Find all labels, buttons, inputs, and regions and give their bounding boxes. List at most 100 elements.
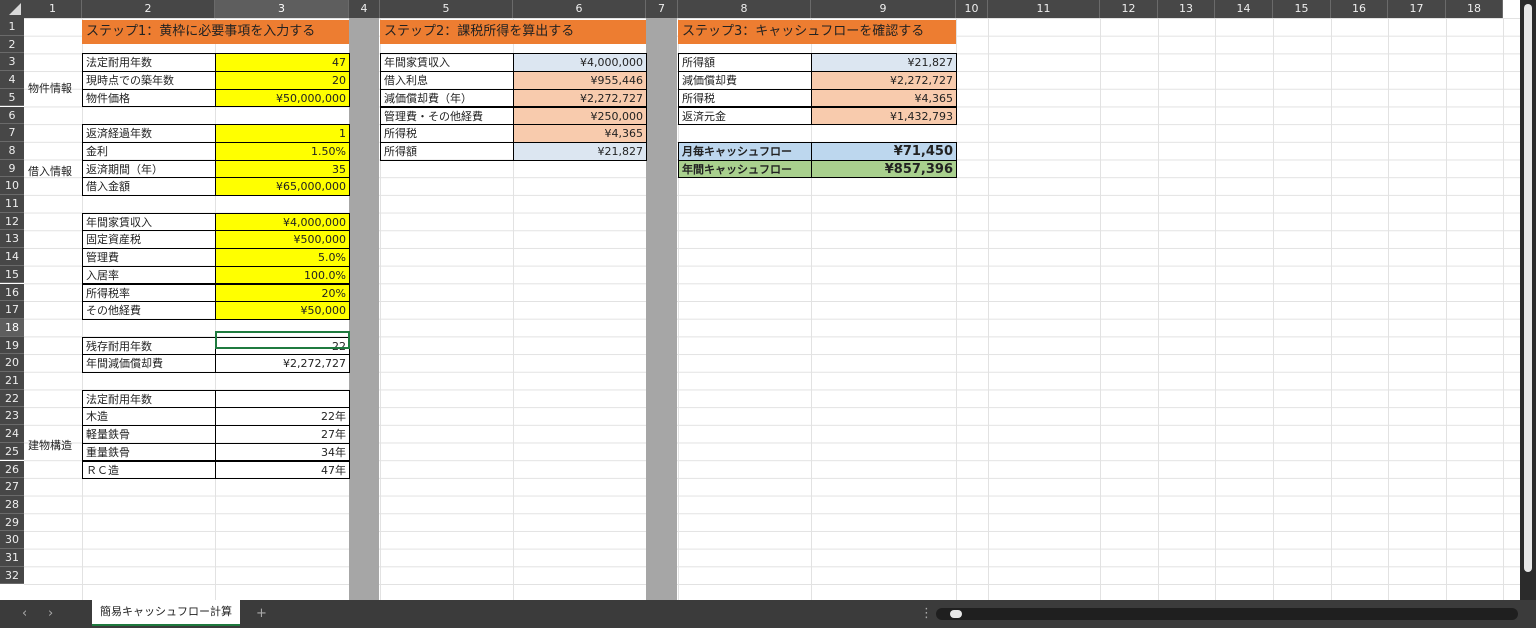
- row-header-28[interactable]: 28: [0, 495, 24, 514]
- property-value[interactable]: 47: [215, 53, 350, 73]
- horizontal-scrollbar[interactable]: [936, 608, 1518, 620]
- income-value[interactable]: 20%: [215, 283, 350, 303]
- cashflow-value[interactable]: ¥2,272,727: [811, 71, 957, 90]
- row-header-24[interactable]: 24: [0, 425, 24, 443]
- row-header-6[interactable]: 6: [0, 106, 24, 125]
- cashflow-label[interactable]: 減価償却費: [678, 71, 812, 90]
- row-header-29[interactable]: 29: [0, 513, 24, 532]
- structure-value[interactable]: 27年: [215, 425, 350, 444]
- row-header-20[interactable]: 20: [0, 354, 24, 372]
- income-value[interactable]: 5.0%: [215, 248, 350, 267]
- loan-value[interactable]: 35: [215, 159, 350, 179]
- computed-label[interactable]: 残存耐用年数: [82, 336, 216, 356]
- loan-label[interactable]: 借入金額: [82, 177, 216, 196]
- income-label[interactable]: 所得税率: [82, 283, 216, 303]
- property-value[interactable]: ¥50,000,000: [215, 88, 350, 108]
- row-header-18[interactable]: 18: [0, 318, 24, 337]
- row-header-31[interactable]: 31: [0, 549, 24, 567]
- row-header-5[interactable]: 5: [0, 88, 24, 107]
- loan-value[interactable]: 1: [215, 124, 350, 143]
- row-header-4[interactable]: 4: [0, 71, 24, 89]
- loan-value[interactable]: ¥65,000,000: [215, 177, 350, 196]
- column-header-7[interactable]: 7: [646, 0, 678, 18]
- loan-label[interactable]: 返済期間（年）: [82, 159, 216, 179]
- income-label[interactable]: 管理費: [82, 248, 216, 267]
- income-value[interactable]: ¥50,000: [215, 301, 350, 320]
- column-header-17[interactable]: 17: [1388, 0, 1446, 18]
- income-label[interactable]: 固定資産税: [82, 230, 216, 250]
- cashflow-label[interactable]: 所得額: [678, 53, 812, 73]
- column-header-14[interactable]: 14: [1215, 0, 1273, 18]
- row-header-8[interactable]: 8: [0, 141, 24, 160]
- column-header-12[interactable]: 12: [1100, 0, 1158, 18]
- next-sheet-button[interactable]: ›: [48, 600, 53, 628]
- monthly-cashflow-label[interactable]: 月毎キャッシュフロー: [678, 141, 812, 161]
- row-header-16[interactable]: 16: [0, 283, 24, 302]
- annual-cashflow-value[interactable]: ¥857,396: [811, 159, 957, 179]
- column-header-8[interactable]: 8: [678, 0, 811, 18]
- column-header-16[interactable]: 16: [1331, 0, 1388, 18]
- taxable-value[interactable]: ¥4,365: [513, 124, 647, 143]
- structure-value[interactable]: 22年: [215, 407, 350, 427]
- row-header-15[interactable]: 15: [0, 265, 24, 284]
- computed-label[interactable]: 年間減価償却費: [82, 354, 216, 373]
- row-header-10[interactable]: 10: [0, 177, 24, 195]
- property-label[interactable]: 物件価格: [82, 88, 216, 108]
- taxable-value[interactable]: ¥250,000: [513, 106, 647, 126]
- row-header-26[interactable]: 26: [0, 460, 24, 479]
- column-header-15[interactable]: 15: [1273, 0, 1331, 18]
- taxable-label[interactable]: 借入利息: [380, 71, 514, 90]
- structure-value[interactable]: 34年: [215, 442, 350, 462]
- structure-label[interactable]: 重量鉄骨: [82, 442, 216, 462]
- taxable-label[interactable]: 減価償却費（年）: [380, 88, 514, 108]
- taxable-label[interactable]: 管理費・その他経費: [380, 106, 514, 126]
- add-sheet-button[interactable]: +: [256, 600, 267, 628]
- column-header-13[interactable]: 13: [1158, 0, 1215, 18]
- loan-label[interactable]: 返済経過年数: [82, 124, 216, 143]
- row-header-14[interactable]: 14: [0, 248, 24, 266]
- step2-header[interactable]: ステップ2：課税所得を算出する: [380, 20, 646, 44]
- row-header-25[interactable]: 25: [0, 442, 24, 461]
- loan-value[interactable]: 1.50%: [215, 141, 350, 161]
- column-header-5[interactable]: 5: [380, 0, 513, 18]
- row-header-22[interactable]: 22: [0, 389, 24, 408]
- row-header-30[interactable]: 30: [0, 531, 24, 549]
- row-header-32[interactable]: 32: [0, 566, 24, 585]
- taxable-label[interactable]: 年間家賃収入: [380, 53, 514, 73]
- vertical-scrollbar[interactable]: [1520, 0, 1536, 600]
- step1-header[interactable]: ステップ1：黄枠に必要事項を入力する: [82, 20, 349, 44]
- structure-value[interactable]: 47年: [215, 460, 350, 480]
- cashflow-value[interactable]: ¥4,365: [811, 88, 957, 108]
- row-header-21[interactable]: 21: [0, 372, 24, 390]
- structure-value[interactable]: [215, 389, 350, 409]
- row-header-2[interactable]: 2: [0, 35, 24, 54]
- step3-header[interactable]: ステップ3：キャッシュフローを確認する: [678, 20, 956, 44]
- property-value[interactable]: 20: [215, 71, 350, 90]
- row-header-9[interactable]: 9: [0, 159, 24, 178]
- column-header-10[interactable]: 10: [956, 0, 988, 18]
- structure-label[interactable]: 法定耐用年数: [82, 389, 216, 409]
- row-header-27[interactable]: 27: [0, 478, 24, 496]
- row-header-1[interactable]: 1: [0, 18, 24, 36]
- structure-label[interactable]: 軽量鉄骨: [82, 425, 216, 444]
- income-label[interactable]: その他経費: [82, 301, 216, 320]
- income-label[interactable]: 年間家賃収入: [82, 212, 216, 232]
- row-header-13[interactable]: 13: [0, 230, 24, 249]
- taxable-label[interactable]: 所得額: [380, 141, 514, 161]
- row-header-11[interactable]: 11: [0, 195, 24, 213]
- column-header-4[interactable]: 4: [349, 0, 380, 18]
- spreadsheet-grid[interactable]: 1 2 3 4 5 6 7 8 9 10 11 12 13 14 15 16 17 18 1 2 3 4 5 6 7 8 9 10 1…: [0, 0, 1536, 600]
- computed-value[interactable]: ¥2,272,727: [215, 354, 350, 373]
- active-cell-selection[interactable]: [215, 331, 350, 349]
- row-header-3[interactable]: 3: [0, 53, 24, 72]
- horizontal-scroll-thumb[interactable]: [950, 610, 962, 618]
- cashflow-label[interactable]: 所得税: [678, 88, 812, 108]
- row-header-17[interactable]: 17: [0, 301, 24, 319]
- vertical-scroll-thumb[interactable]: [1524, 4, 1532, 572]
- column-header-1[interactable]: 1: [24, 0, 82, 18]
- income-value[interactable]: ¥500,000: [215, 230, 350, 250]
- row-header-7[interactable]: 7: [0, 124, 24, 142]
- sheet-tab-active[interactable]: 簡易キャッシュフロー計算: [92, 600, 240, 626]
- column-header-18[interactable]: 18: [1446, 0, 1503, 18]
- taxable-label[interactable]: 所得税: [380, 124, 514, 143]
